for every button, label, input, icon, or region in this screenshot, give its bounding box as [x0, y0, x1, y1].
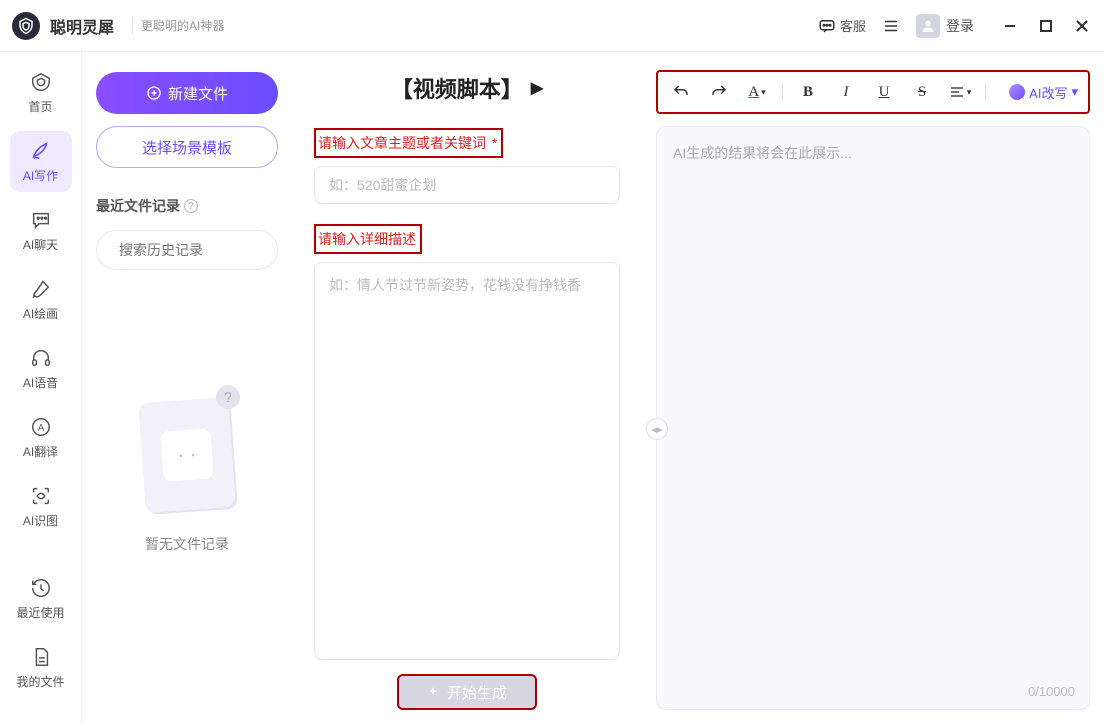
avatar-placeholder-icon	[916, 14, 940, 38]
description-label: 请输入详细描述	[314, 224, 422, 254]
translate-icon: A	[29, 415, 53, 439]
undo-button[interactable]	[668, 79, 694, 105]
sidebar-label: 首页	[28, 98, 52, 115]
result-area[interactable]: ◂▸ AI生成的结果将会在此展示... 0/10000	[656, 126, 1090, 710]
sidebar-label: AI绘画	[23, 305, 58, 322]
editor-panel: 【视频脚本】▶ 请输入文章主题或者关键词 * 请输入详细描述 开始生成	[292, 52, 642, 724]
close-icon	[1075, 19, 1089, 33]
redo-icon	[710, 83, 728, 101]
chat-icon	[818, 17, 836, 35]
divider	[985, 82, 986, 102]
chevron-down-icon: ▾	[1071, 84, 1078, 100]
resize-handle[interactable]: ◂▸	[646, 418, 668, 440]
editor-title[interactable]: 【视频脚本】▶	[314, 72, 620, 104]
pen-icon	[29, 139, 53, 163]
plus-circle-icon	[146, 85, 162, 101]
sidebar-label: AI识图	[23, 512, 58, 529]
output-panel: A▾ B I U S ▾ AI改写 ▾ ◂▸ AI生成的结果将会在此展示... …	[656, 70, 1090, 710]
divider	[782, 82, 783, 102]
sidebar-label: 最近使用	[16, 604, 64, 621]
empty-state: ? · · 暂无文件记录	[96, 400, 278, 554]
scan-icon	[29, 484, 53, 508]
app-logo-icon	[12, 12, 40, 40]
redo-button[interactable]	[706, 79, 732, 105]
sidebar-label: AI语音	[23, 374, 58, 391]
login-label: 登录	[946, 16, 974, 36]
sparkle-icon	[427, 686, 439, 698]
window-minimize-button[interactable]	[1000, 16, 1020, 36]
support-button[interactable]: 客服	[818, 16, 866, 35]
strikethrough-button[interactable]: S	[909, 79, 935, 105]
sidebar-item-ai-chat[interactable]: AI聊天	[10, 200, 72, 261]
sidebar: 首页 AI写作 AI聊天 AI绘画 AI语音 A AI翻译 AI识图 最近使用 …	[0, 52, 82, 724]
menu-button[interactable]	[880, 15, 902, 37]
underline-button[interactable]: U	[871, 79, 897, 105]
undo-icon	[672, 83, 690, 101]
sidebar-label: AI聊天	[23, 236, 58, 253]
choose-template-button[interactable]: 选择场景模板	[96, 126, 278, 168]
rewrite-label: AI改写	[1029, 83, 1067, 102]
help-icon[interactable]: ?	[184, 199, 198, 213]
headphone-icon	[29, 346, 53, 370]
sidebar-item-ai-translate[interactable]: A AI翻译	[10, 407, 72, 468]
triangle-right-icon: ▶	[531, 78, 543, 98]
align-left-icon	[949, 84, 965, 100]
empty-text: 暂无文件记录	[145, 534, 229, 554]
description-textarea[interactable]	[314, 262, 620, 660]
sidebar-label: AI翻译	[23, 443, 58, 460]
minimize-icon	[1003, 19, 1017, 33]
generate-button[interactable]: 开始生成	[397, 674, 537, 710]
choose-template-label: 选择场景模板	[142, 137, 232, 158]
window-close-button[interactable]	[1072, 16, 1092, 36]
app-name: 聪明灵犀	[50, 14, 114, 38]
sidebar-item-ai-image[interactable]: AI识图	[10, 476, 72, 537]
new-file-label: 新建文件	[168, 83, 228, 104]
topic-input[interactable]	[314, 166, 620, 204]
search-field[interactable]	[119, 242, 300, 258]
sidebar-item-ai-paint[interactable]: AI绘画	[10, 269, 72, 330]
hamburger-icon	[882, 17, 900, 35]
sidebar-item-my-files[interactable]: 我的文件	[10, 637, 72, 698]
recent-files-heading: 最近文件记录 ?	[96, 196, 278, 216]
ai-rewrite-button[interactable]: AI改写 ▾	[1009, 83, 1078, 102]
generate-label: 开始生成	[447, 682, 507, 703]
history-icon	[29, 576, 53, 600]
char-counter: 0/10000	[1028, 684, 1075, 699]
window-maximize-button[interactable]	[1036, 16, 1056, 36]
app-subtitle: 更聪明的AI神器	[132, 17, 224, 34]
format-toolbar: A▾ B I U S ▾ AI改写 ▾	[656, 70, 1090, 114]
login-button[interactable]: 登录	[916, 14, 974, 38]
new-file-button[interactable]: 新建文件	[96, 72, 278, 114]
svg-text:A: A	[37, 423, 44, 433]
sidebar-label: AI写作	[23, 167, 58, 184]
maximize-icon	[1040, 20, 1052, 32]
sidebar-item-home[interactable]: 首页	[10, 62, 72, 123]
file-icon	[29, 645, 53, 669]
search-history-input[interactable]	[96, 230, 278, 270]
align-button[interactable]: ▾	[947, 79, 973, 105]
home-icon	[29, 70, 53, 94]
file-panel: 新建文件 选择场景模板 最近文件记录 ? ? · · 暂无文件记录	[82, 52, 292, 724]
sidebar-item-ai-write[interactable]: AI写作	[10, 131, 72, 192]
text-color-button[interactable]: A▾	[744, 79, 770, 105]
sidebar-label: 我的文件	[16, 673, 64, 690]
result-placeholder: AI生成的结果将会在此展示...	[673, 145, 852, 161]
brush-icon	[29, 277, 53, 301]
topic-label: 请输入文章主题或者关键词 *	[314, 128, 503, 158]
empty-clipboard-icon: ? · ·	[138, 397, 235, 513]
italic-button[interactable]: I	[833, 79, 859, 105]
support-label: 客服	[840, 16, 866, 35]
sidebar-item-ai-voice[interactable]: AI语音	[10, 338, 72, 399]
sidebar-item-recent[interactable]: 最近使用	[10, 568, 72, 629]
orb-icon	[1009, 84, 1025, 100]
bold-button[interactable]: B	[795, 79, 821, 105]
chat-bubble-icon	[29, 208, 53, 232]
